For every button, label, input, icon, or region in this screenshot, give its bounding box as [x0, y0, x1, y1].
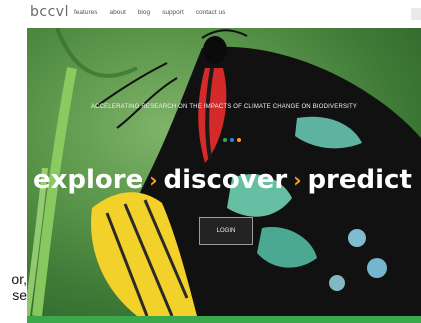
chevron-right-icon: ›	[293, 168, 302, 192]
left-text-line-2: se	[12, 287, 27, 303]
nav-right-tab[interactable]	[411, 8, 421, 20]
carousel-dots	[223, 138, 241, 142]
hero-tagline: ACCELERATING RESEARCH ON THE IMPACTS OF …	[90, 104, 358, 110]
top-nav: bccvl features about blog support contac…	[0, 0, 421, 28]
left-text-line-1: or,	[11, 271, 27, 287]
nav-link-features[interactable]: features	[74, 9, 98, 16]
left-clipped-text: or, se	[0, 271, 27, 303]
nav-link-contact[interactable]: contact us	[196, 9, 226, 16]
nav-link-about[interactable]: about	[110, 9, 126, 16]
headline-discover: discover	[163, 165, 288, 195]
hero-headline: explore › discover › predict	[33, 165, 421, 195]
carousel-dot-1[interactable]	[223, 138, 227, 142]
nav-link-blog[interactable]: blog	[138, 9, 150, 16]
headline-predict: predict	[307, 165, 412, 195]
headline-explore: explore	[33, 165, 144, 195]
nav-link-support[interactable]: support	[162, 9, 184, 16]
chevron-right-icon: ›	[149, 168, 158, 192]
carousel-dot-3[interactable]	[237, 138, 241, 142]
hero-banner: ACCELERATING RESEARCH ON THE IMPACTS OF …	[27, 28, 421, 316]
site-logo[interactable]: bccvl	[30, 4, 69, 20]
carousel-dot-2[interactable]	[230, 138, 234, 142]
login-button[interactable]: LOGIN	[199, 217, 253, 245]
bottom-accent-bar	[27, 316, 421, 323]
nav-links: features about blog support contact us	[74, 9, 225, 16]
